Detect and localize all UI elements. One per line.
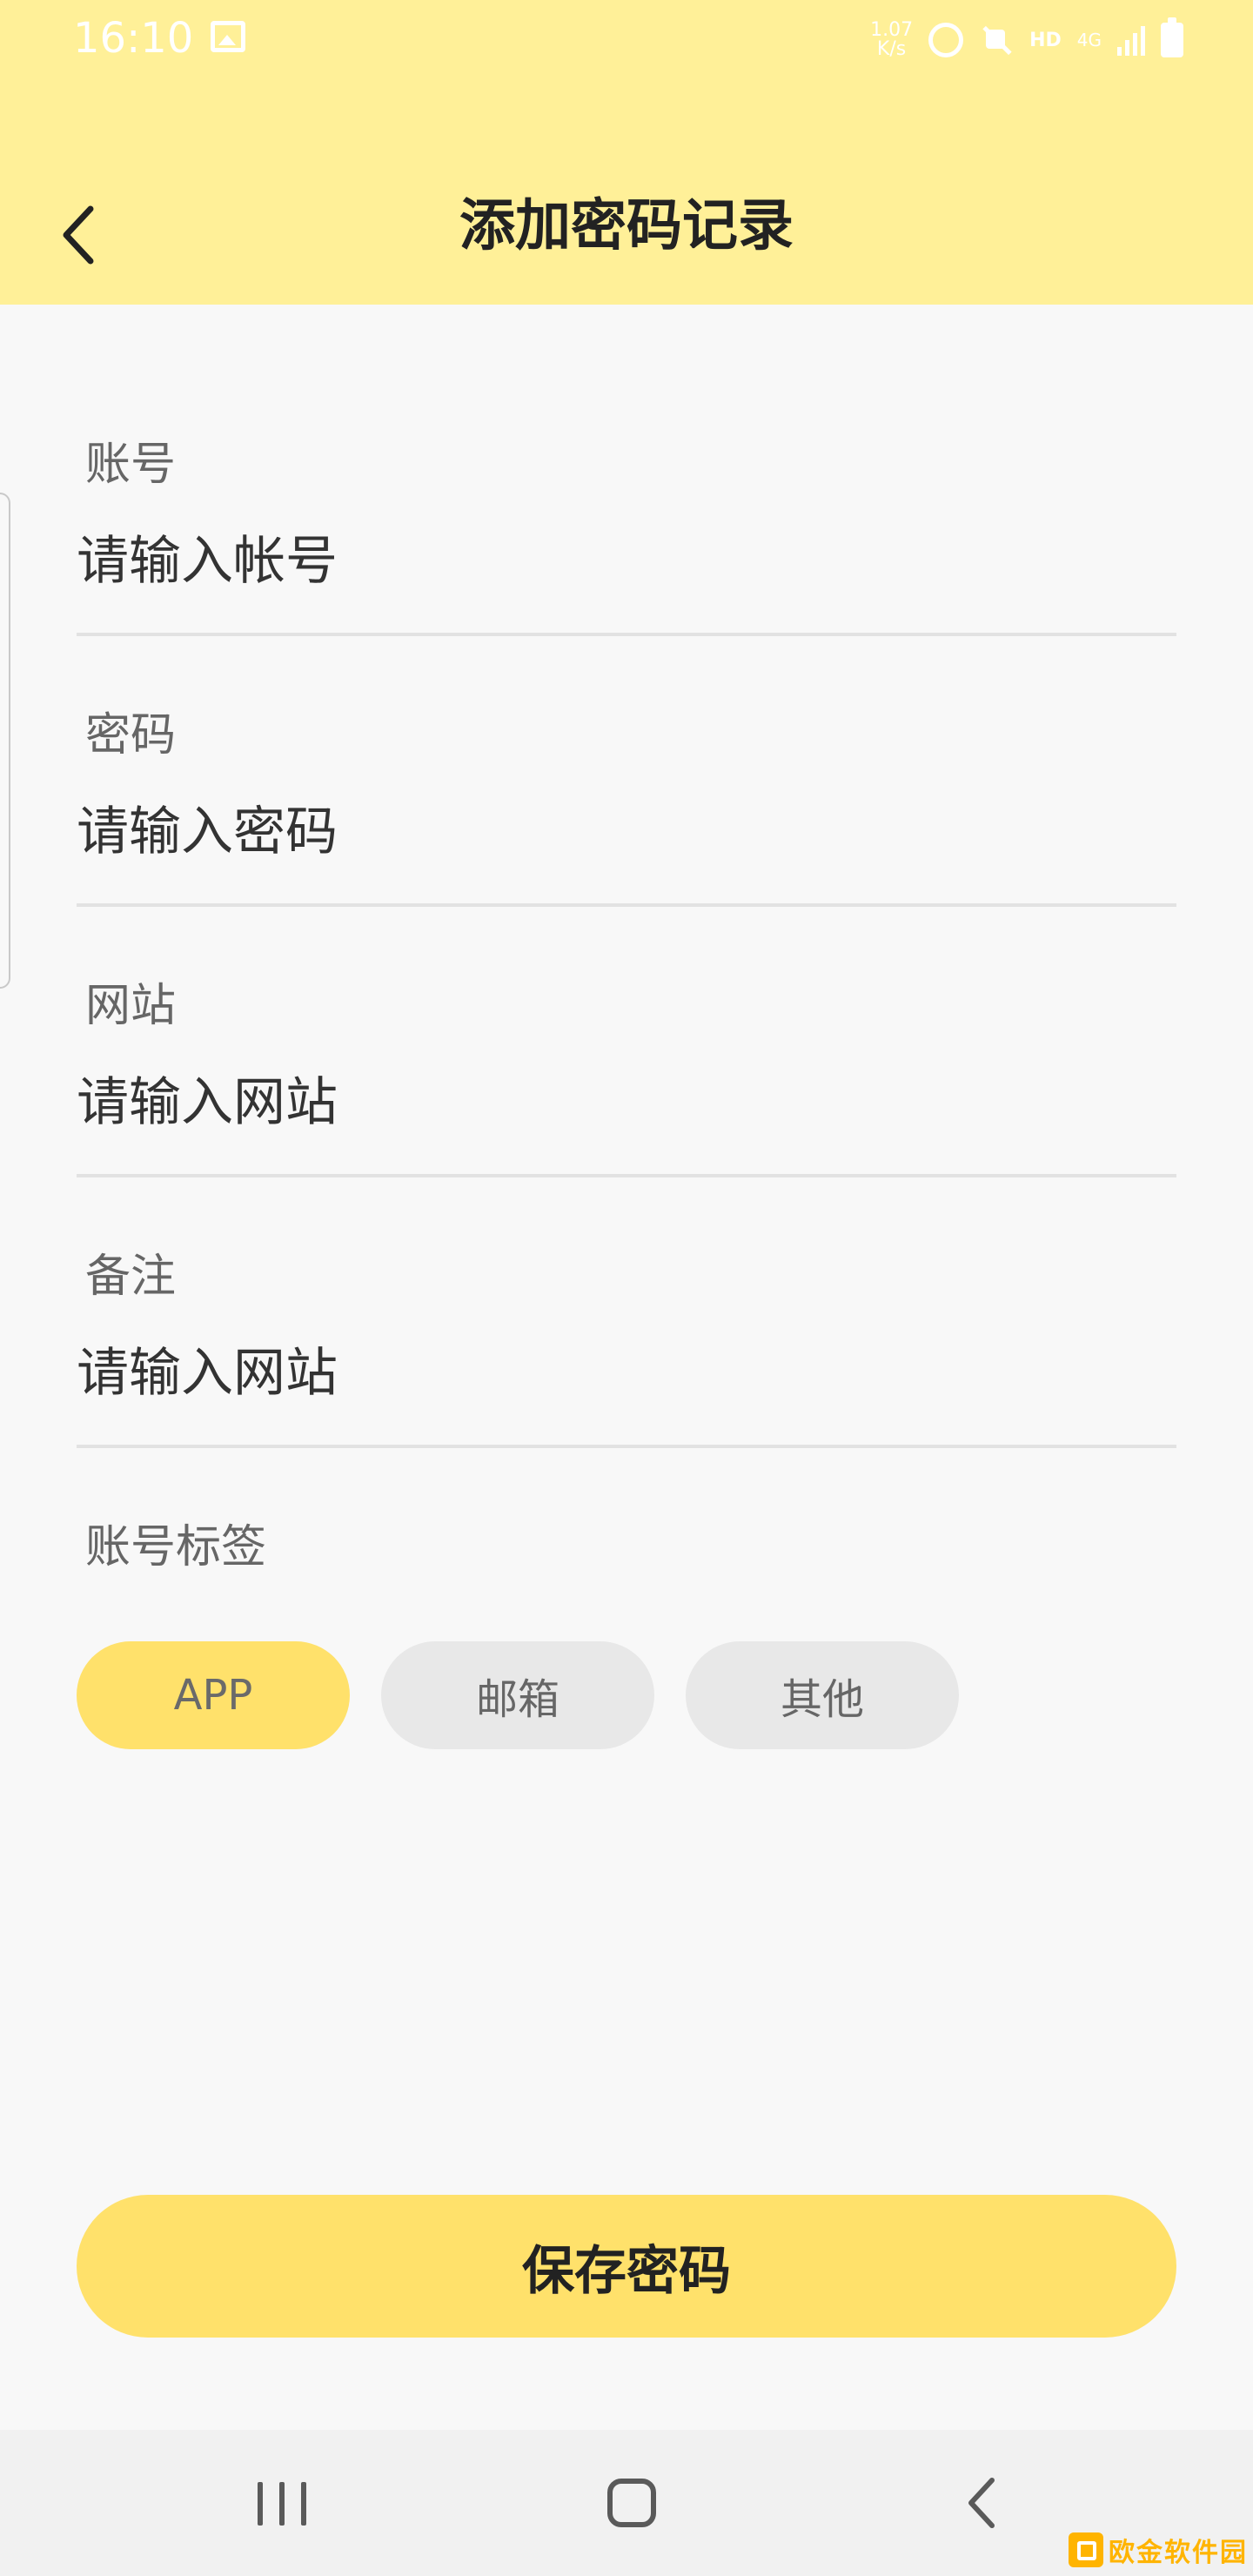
tag-email[interactable]: 邮箱 xyxy=(381,1641,654,1749)
note-label: 备注 xyxy=(85,1251,177,1303)
gallery-notification-icon xyxy=(211,21,245,52)
signal-icon xyxy=(1117,24,1145,56)
website-field: 网站 xyxy=(77,846,1176,1177)
save-password-button[interactable]: 保存密码 xyxy=(77,2195,1176,2338)
navigation-bar xyxy=(0,2430,1253,2576)
tag-app[interactable]: APP xyxy=(77,1641,350,1749)
alarm-icon xyxy=(928,23,964,57)
account-tags-label: 账号标签 xyxy=(85,1521,267,1573)
note-input[interactable] xyxy=(77,1334,1176,1412)
divider xyxy=(77,1445,1176,1448)
password-form: 账号 密码 网站 备注 xyxy=(77,305,1176,1448)
account-field: 账号 xyxy=(77,305,1176,636)
website-label: 网站 xyxy=(85,980,177,1032)
recents-icon[interactable] xyxy=(258,2482,306,2526)
status-time: 16:10 xyxy=(73,14,194,63)
status-bar: 16:10 1.07 K/s HD 4G xyxy=(0,0,1253,78)
page-title: 添加密码记录 xyxy=(459,194,794,258)
edge-panel-handle[interactable] xyxy=(0,493,10,989)
watermark-logo-icon xyxy=(1069,2532,1103,2567)
password-field: 密码 xyxy=(77,575,1176,907)
back-icon[interactable] xyxy=(962,2475,1001,2531)
note-field: 备注 xyxy=(77,1117,1176,1448)
tag-other[interactable]: 其他 xyxy=(686,1641,959,1749)
watermark-text: 欧金软件园 xyxy=(1109,2538,1248,2568)
network-speed: 1.07 K/s xyxy=(870,19,914,60)
account-label: 账号 xyxy=(85,439,177,491)
header: 16:10 1.07 K/s HD 4G 添加密码记录 xyxy=(0,0,1253,305)
screen: 16:10 1.07 K/s HD 4G 添加密码记录 账号 请输入帐号 密码 … xyxy=(0,0,1253,2576)
mute-icon xyxy=(979,23,1014,57)
app-bar: 添加密码记录 xyxy=(0,165,1253,305)
hd-indicator: HD xyxy=(1029,29,1062,51)
watermark: 欧金软件园 xyxy=(1069,2531,1248,2569)
home-icon[interactable] xyxy=(607,2479,656,2527)
status-icons: 1.07 K/s HD 4G xyxy=(870,14,1183,66)
password-label: 密码 xyxy=(85,709,177,761)
network-type: 4G xyxy=(1076,30,1102,50)
battery-icon xyxy=(1161,17,1183,57)
account-tags: APP 邮箱 其他 xyxy=(77,1641,959,1749)
